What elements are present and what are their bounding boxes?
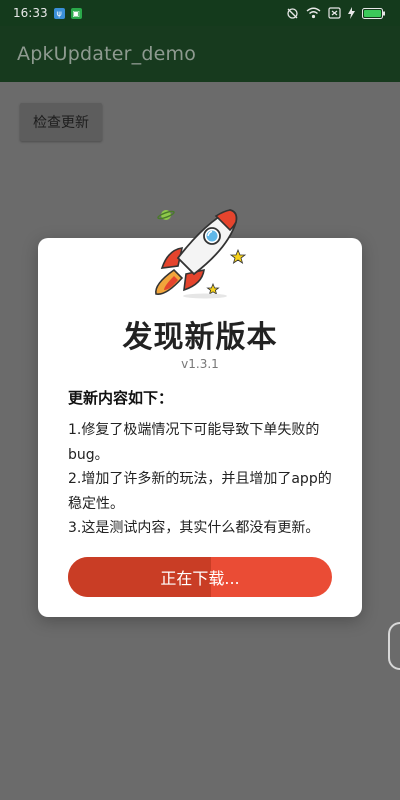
update-notes: 1.修复了极端情况下可能导致下单失败的 bug。 2.增加了许多新的玩法，并且增… <box>68 418 338 541</box>
app-title: ApkUpdater_demo <box>17 43 197 65</box>
notification-icon: ▣ <box>70 7 82 19</box>
update-notes-heading: 更新内容如下： <box>68 389 174 407</box>
update-note-line: bug。 <box>68 446 109 463</box>
update-note-line: 稳定性。 <box>68 495 124 512</box>
dialog-title: 发现新版本 <box>122 320 278 355</box>
download-progress-label: 正在下载... <box>160 569 240 588</box>
check-update-button[interactable]: 检查更新 <box>20 103 102 141</box>
version-label: v1.3.1 <box>181 357 219 371</box>
battery-icon <box>362 7 385 19</box>
sync-icon <box>287 7 298 19</box>
status-time: 16:33 <box>13 6 48 20</box>
app-bar: ApkUpdater_demo <box>0 26 400 82</box>
update-note-line: 1.修复了极端情况下可能导致下单失败的 <box>68 422 320 438</box>
sim-icon <box>328 7 341 19</box>
download-progress-button[interactable]: 正在下载... <box>68 557 332 597</box>
update-note-line: 2.增加了许多新的玩法，并且增加了app的 <box>68 471 332 487</box>
rocket-icon <box>155 209 247 299</box>
usb-icon: ψ <box>53 7 65 19</box>
wifi-icon <box>306 7 321 19</box>
charging-icon <box>348 7 355 19</box>
status-bar: 16:33 ψ ▣ <box>0 0 400 26</box>
update-note-line: 3.这是测试内容，其实什么都没有更新。 <box>68 520 320 536</box>
edge-gesture-handle[interactable] <box>388 622 400 670</box>
